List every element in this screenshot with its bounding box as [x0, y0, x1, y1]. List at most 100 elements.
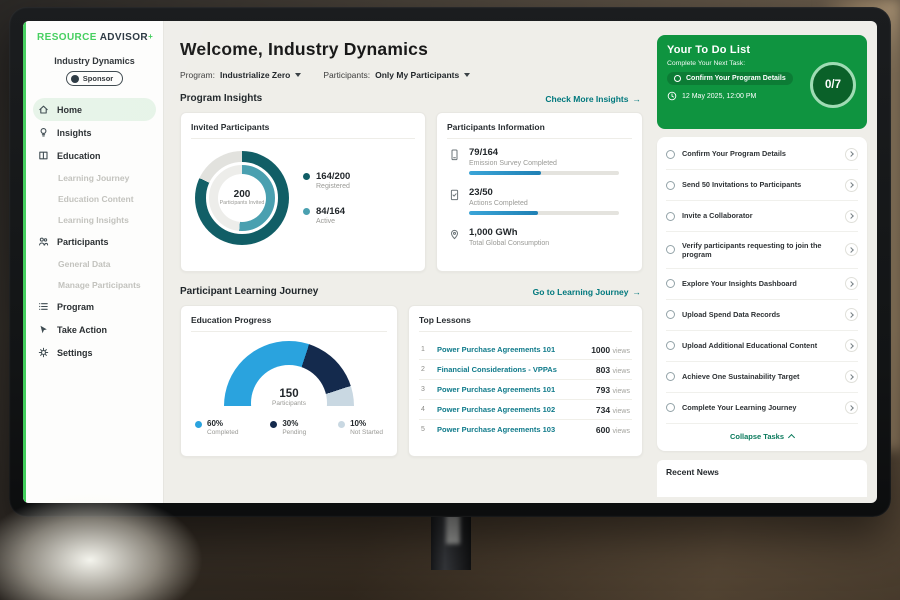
task-row-upload-educational-content[interactable]: Upload Additional Educational Content: [666, 331, 858, 362]
lesson-link[interactable]: Power Purchase Agreements 101: [437, 385, 588, 394]
sidebar-item-general-data[interactable]: General Data: [26, 253, 163, 274]
sponsor-label: Sponsor: [83, 74, 113, 83]
sidebar-item-home[interactable]: Home: [33, 98, 156, 121]
sidebar-item-education-content[interactable]: Education Content: [26, 188, 163, 209]
sidebar-item-insights[interactable]: Insights: [26, 121, 163, 144]
sidebar-item-take-action[interactable]: Take Action: [26, 318, 163, 341]
next-task-chip[interactable]: Confirm Your Program Details: [667, 72, 793, 85]
todo-column: Your To Do List Complete Your Next Task:…: [655, 21, 877, 503]
task-checkbox[interactable]: [666, 310, 675, 319]
arrow-right-icon: →: [633, 94, 642, 104]
task-checkbox[interactable]: [666, 181, 675, 190]
lesson-link[interactable]: Power Purchase Agreements 101: [437, 345, 583, 354]
task-checkbox[interactable]: [666, 245, 675, 254]
task-label: Achieve One Sustainability Target: [682, 372, 838, 381]
bulb-icon: [38, 127, 49, 138]
task-checkbox[interactable]: [666, 403, 675, 412]
invited-donut-chart: 200 Participants Invited: [195, 151, 289, 245]
lesson-rank: 2: [421, 366, 429, 373]
info-row-consumption: 1,000 GWh Total Global Consumption: [449, 227, 632, 251]
legend-value: 84/164: [316, 206, 345, 217]
cursor-icon: [38, 324, 49, 335]
lesson-link[interactable]: Power Purchase Agreements 102: [437, 405, 588, 414]
sidebar-item-learning-insights[interactable]: Learning Insights: [26, 209, 163, 230]
task-row-confirm-details[interactable]: Confirm Your Program Details: [666, 139, 858, 170]
education-progress-card: Education Progress 150 Participants: [180, 305, 398, 457]
check-more-insights-link[interactable]: Check More Insights →: [545, 94, 641, 104]
next-task-label: Confirm Your Program Details: [686, 75, 786, 82]
progress-bar: [469, 211, 619, 215]
chevron-down-icon: [295, 73, 301, 77]
program-select[interactable]: Program: Industrialize Zero: [180, 70, 301, 80]
legend-value: 30%: [282, 419, 306, 428]
lesson-row: 1 Power Purchase Agreements 101 1000 vie…: [419, 340, 632, 360]
legend-not-started: 10% Not Started: [338, 419, 383, 436]
sidebar-item-settings[interactable]: Settings: [26, 341, 163, 364]
home-icon: [38, 104, 49, 115]
info-value: 79/164: [469, 147, 619, 158]
todo-counter-badge: 0/7: [810, 62, 856, 108]
task-row-upload-spend-data[interactable]: Upload Spend Data Records: [666, 300, 858, 331]
clock-icon: [667, 91, 677, 101]
sidebar-item-program[interactable]: Program: [26, 295, 163, 318]
nav-label: Take Action: [57, 325, 107, 335]
legend-label: Completed: [207, 429, 238, 436]
task-checkbox[interactable]: [666, 279, 675, 288]
legend-label: Registered: [316, 183, 350, 190]
app-logo[interactable]: RESOURCE ADVISOR+: [26, 32, 163, 43]
sponsor-badge[interactable]: Sponsor: [66, 71, 123, 86]
nav-label: Settings: [57, 348, 93, 358]
lesson-link[interactable]: Power Purchase Agreements 103: [437, 425, 588, 434]
insights-cards-row: Invited Participants 200 Participants In…: [180, 112, 643, 272]
task-row-explore-insights[interactable]: Explore Your Insights Dashboard: [666, 269, 858, 300]
lesson-row: 2 Financial Considerations - VPPAs 803 v…: [419, 360, 632, 380]
legend-dot: [303, 208, 310, 215]
chevron-right-icon: [845, 308, 858, 321]
participants-select[interactable]: Participants: Only My Participants: [323, 70, 470, 80]
go-to-learning-journey-link[interactable]: Go to Learning Journey →: [533, 287, 641, 297]
nav-label: Insights: [57, 128, 92, 138]
task-row-send-invitations[interactable]: Send 50 Invitations to Participants: [666, 170, 858, 201]
donut-center-label: Participants Invited: [220, 200, 265, 206]
card-title: Education Progress: [191, 315, 387, 332]
task-row-invite-collaborator[interactable]: Invite a Collaborator: [666, 201, 858, 232]
legend-registered: 164/200 Registered: [303, 171, 350, 190]
info-value: 23/50: [469, 187, 619, 198]
sidebar-item-participants[interactable]: Participants: [26, 230, 163, 253]
chevron-right-icon: [845, 370, 858, 383]
task-row-sustainability-target[interactable]: Achieve One Sustainability Target: [666, 362, 858, 393]
lesson-views: 600 views: [596, 425, 630, 435]
legend-label: Not Started: [350, 429, 383, 436]
gear-icon: [38, 347, 49, 358]
task-label: Verify participants requesting to join t…: [682, 241, 838, 260]
info-label: Emission Survey Completed: [469, 160, 619, 167]
logo-plus: +: [148, 32, 153, 41]
sidebar-item-education[interactable]: Education: [26, 144, 163, 167]
org-name: Industry Dynamics: [26, 56, 163, 66]
task-checkbox[interactable]: [666, 150, 675, 159]
task-label: Explore Your Insights Dashboard: [682, 279, 838, 288]
task-checkbox[interactable]: [666, 212, 675, 221]
lesson-row: 4 Power Purchase Agreements 102 734 view…: [419, 400, 632, 420]
task-row-complete-learning-journey[interactable]: Complete Your Learning Journey: [666, 393, 858, 424]
task-row-verify-participants[interactable]: Verify participants requesting to join t…: [666, 232, 858, 269]
sidebar-item-manage-participants[interactable]: Manage Participants: [26, 274, 163, 295]
task-label: Upload Additional Educational Content: [682, 341, 838, 350]
lesson-link[interactable]: Financial Considerations - VPPAs: [437, 365, 588, 374]
chevron-up-icon: [788, 434, 795, 441]
task-checkbox[interactable]: [666, 341, 675, 350]
monitor: RESOURCE ADVISOR+ Industry Dynamics Spon…: [9, 7, 891, 517]
todo-summary-card: Your To Do List Complete Your Next Task:…: [657, 35, 867, 129]
legend-completed: 60% Completed: [195, 419, 238, 436]
learning-cards-row: Education Progress 150 Participants: [180, 305, 643, 457]
legend-label: Active: [316, 218, 345, 225]
lesson-rank: 3: [421, 386, 429, 393]
program-label: Program:: [180, 70, 215, 80]
collapse-tasks-link[interactable]: Collapse Tasks: [666, 424, 858, 449]
section-title: Participant Learning Journey: [180, 286, 318, 297]
task-checkbox[interactable]: [666, 372, 675, 381]
section-title: Program Insights: [180, 93, 262, 104]
link-label: Check More Insights: [545, 94, 628, 104]
sidebar-item-learning-journey[interactable]: Learning Journey: [26, 167, 163, 188]
pin-icon: [449, 227, 461, 251]
